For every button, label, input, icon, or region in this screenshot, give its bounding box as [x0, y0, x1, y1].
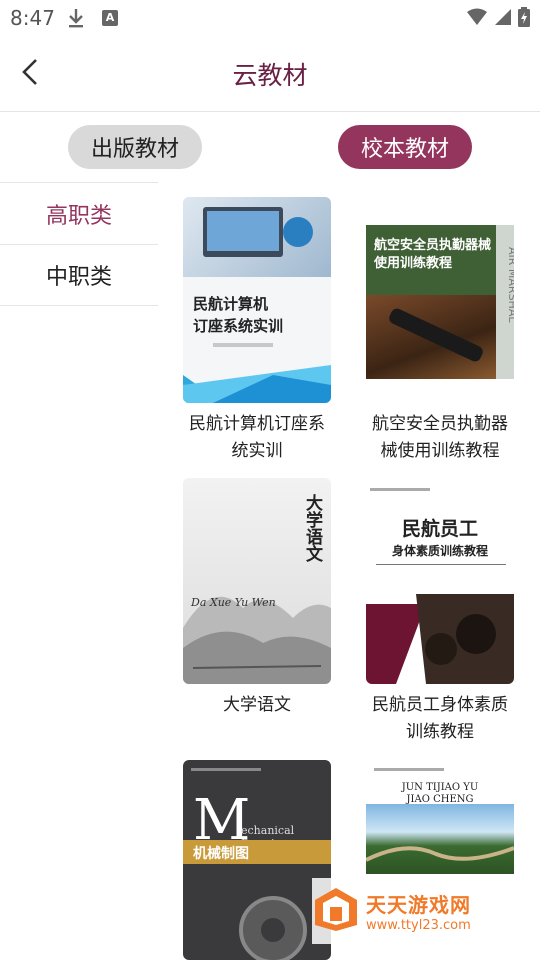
- cover-pinyin-text: JUN TIJIAO YU JIAO CHENG: [401, 782, 479, 805]
- signal-icon: [494, 8, 512, 30]
- cover-subtitle-text: 身体素质训练教程: [391, 544, 488, 558]
- wifi-icon: [466, 8, 488, 30]
- status-bar: 8:47 A: [0, 0, 540, 36]
- status-time: 8:47: [10, 6, 55, 30]
- sidebar: 高职类 中职类: [0, 182, 158, 306]
- watermark-url: www.ttyl23.com: [366, 918, 471, 933]
- watermark-name: 天天游戏网: [366, 893, 471, 917]
- book-title: 民航计算机订座系统实训: [189, 414, 325, 461]
- book-card[interactable]: 航空安全员执勤器械 使用训练教程 AIR MARSHAL 航空安全员执勤器械使用…: [366, 197, 514, 465]
- book-cover[interactable]: M echanical Drawing 机械制图: [183, 760, 331, 960]
- cover-side-text: AIR MARSHAL: [506, 247, 514, 323]
- cover-title-text: 民航计算机 订座系统实训: [193, 295, 284, 335]
- book-title: 民航员工身体素质训练教程: [372, 695, 508, 742]
- house-logo-icon: [312, 885, 360, 937]
- book-cover[interactable]: 大学语文 Da Xue Yu Wen: [183, 478, 331, 684]
- app-a-icon: A: [102, 10, 118, 26]
- watermark-logo: 天天游戏网 www.ttyl23.com: [312, 878, 512, 944]
- tab-published[interactable]: 出版教材: [68, 125, 202, 169]
- category-tabs: 出版教材 校本教材: [0, 112, 540, 182]
- app-header: 云教材: [0, 36, 540, 112]
- book-cover[interactable]: 航空安全员执勤器械 使用训练教程 AIR MARSHAL: [366, 197, 514, 403]
- book-cover[interactable]: 民航员工 身体素质训练教程: [366, 478, 514, 684]
- book-card[interactable]: M echanical Drawing 机械制图: [183, 760, 331, 960]
- book-cover[interactable]: 民航计算机 订座系统实训: [183, 197, 331, 403]
- tab-school[interactable]: 校本教材: [338, 125, 472, 169]
- sidebar-item-higher-vocational[interactable]: 高职类: [0, 182, 158, 244]
- cover-title-text: 民航员工: [401, 518, 478, 540]
- status-icons: [466, 7, 530, 31]
- book-card[interactable]: 大学语文 Da Xue Yu Wen 大学语文: [183, 478, 331, 719]
- download-icon: [66, 7, 86, 33]
- cover-subtitle-text: 机械制图: [193, 846, 249, 862]
- book-card[interactable]: 民航计算机 订座系统实训 民航计算机订座系统实训: [183, 197, 331, 465]
- page-title: 云教材: [232, 61, 308, 90]
- book-card[interactable]: 民航员工 身体素质训练教程 民航员工身体素质训练教程: [366, 478, 514, 746]
- cover-pinyin-text: Da Xue Yu Wen: [191, 596, 276, 609]
- cover-title-text: 航空安全员执勤器械 使用训练教程: [374, 238, 492, 271]
- sidebar-item-secondary-vocational[interactable]: 中职类: [0, 244, 158, 306]
- book-title: 大学语文: [223, 695, 291, 715]
- cover-title-text: 大学语文: [302, 494, 322, 562]
- book-title: 航空安全员执勤器械使用训练教程: [372, 414, 508, 461]
- battery-icon: [518, 7, 530, 31]
